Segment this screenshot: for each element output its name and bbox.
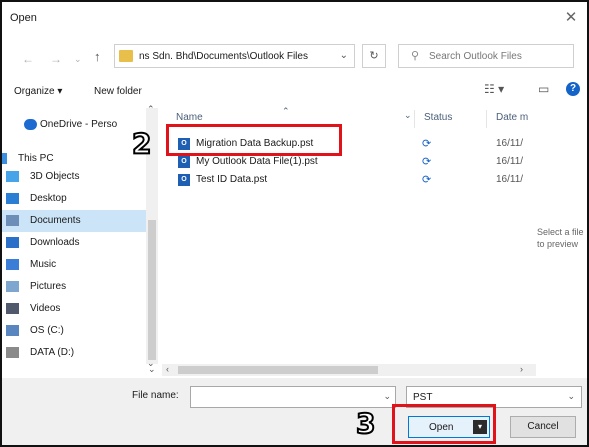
preview-line: Select a file — [537, 227, 584, 237]
nav-item[interactable]: Pictures — [2, 276, 148, 298]
address-bar[interactable]: ns Sdn. Bhd\Documents\Outlook Files ⌄ — [114, 44, 355, 68]
outlook-file-icon: O — [178, 156, 190, 168]
folder-icon — [119, 50, 133, 62]
back-arrow-icon[interactable]: ← — [22, 52, 34, 66]
outlook-file-icon: O — [178, 174, 190, 186]
step3-highlight-box — [392, 404, 496, 444]
nav-item-label: Desktop — [30, 193, 67, 204]
chevron-down-icon: ⌄ — [567, 391, 575, 401]
dialog-title: Open — [10, 12, 37, 24]
pictures-icon — [6, 281, 19, 292]
nav-item[interactable]: 3D Objects — [2, 166, 148, 188]
file-row[interactable]: O Test ID Data.pst ⟳ 16/11/ — [176, 172, 536, 189]
up-arrow-icon[interactable]: ↑ — [94, 49, 101, 64]
sort-caret-icon: ⌃ — [282, 106, 290, 116]
refresh-icon: ↻ — [369, 50, 379, 62]
music-icon — [6, 259, 19, 270]
nav-item-label: 3D Objects — [30, 171, 80, 182]
scroll-up-icon[interactable]: ⌃ — [147, 104, 155, 115]
nav-item[interactable]: DATA (D:) — [2, 342, 148, 364]
search-placeholder: Search Outlook Files — [429, 51, 522, 62]
view-options-icon[interactable]: ☷ ▾ — [484, 82, 504, 96]
nav-item-label: This PC — [18, 153, 54, 164]
sync-icon: ⟳ — [422, 138, 432, 150]
chevron-down-icon[interactable]: ⌄ — [340, 50, 348, 61]
help-icon[interactable]: ? — [566, 82, 580, 96]
collapse-chevron-icon[interactable]: ⌄ — [148, 364, 156, 375]
file-date: 16/11/ — [496, 156, 524, 167]
nav-item[interactable]: Music — [2, 254, 148, 276]
nav-item-label: OneDrive - Perso — [40, 119, 118, 130]
download-icon — [6, 237, 19, 248]
sync-icon: ⟳ — [422, 174, 432, 186]
file-name: My Outlook Data File(1).pst — [196, 156, 318, 167]
chevron-down-icon[interactable]: ⌄ — [383, 391, 391, 402]
nav-item-label: DATA (D:) — [30, 347, 75, 358]
video-icon — [6, 303, 19, 314]
search-box[interactable]: ⚲ Search Outlook Files — [398, 44, 574, 68]
recent-locations-chevron-icon[interactable]: ⌄ — [74, 54, 82, 65]
column-divider[interactable] — [486, 110, 487, 128]
file-row[interactable]: O My Outlook Data File(1).pst ⟳ 16/11/ — [176, 154, 536, 171]
file-type-value: PST — [413, 392, 433, 403]
forward-arrow-icon[interactable]: → — [50, 52, 62, 66]
step3-number: 3 — [355, 407, 377, 440]
nav-item-label: Music — [30, 259, 57, 270]
nav-item-label: Downloads — [30, 237, 80, 248]
nav-item[interactable]: Videos — [2, 298, 148, 320]
preview-message: Select a file to preview — [537, 226, 584, 250]
scroll-right-icon[interactable]: › — [520, 364, 523, 374]
drive-icon — [6, 347, 19, 358]
file-date: 16/11/ — [496, 138, 524, 149]
column-header-name[interactable]: Name — [176, 112, 203, 123]
horizontal-scrollbar[interactable]: ‹ › — [162, 364, 536, 376]
address-path: ns Sdn. Bhd\Documents\Outlook Files — [139, 51, 308, 62]
search-icon: ⚲ — [411, 50, 420, 62]
column-divider[interactable] — [414, 110, 415, 128]
column-menu-chevron-icon[interactable]: ⌄ — [404, 110, 412, 121]
drive-icon — [6, 325, 19, 336]
preview-line: to preview — [537, 239, 579, 249]
refresh-button[interactable]: ↻ — [362, 44, 386, 68]
nav-item-label: Pictures — [30, 281, 67, 292]
nav-item-label: Documents — [30, 215, 81, 226]
computer-icon — [2, 153, 7, 164]
nav-item[interactable]: Desktop — [2, 188, 148, 210]
nav-item[interactable]: OneDrive - Perso — [2, 114, 148, 136]
cloud-icon — [24, 119, 37, 130]
new-folder-button[interactable]: New folder — [94, 86, 142, 97]
title-bar: Open ✕ — [2, 2, 587, 34]
cancel-button[interactable]: Cancel — [510, 416, 576, 438]
desktop-icon — [6, 193, 19, 204]
document-icon — [6, 215, 19, 226]
file-name-input[interactable]: ⌄ — [190, 386, 396, 408]
step2-highlight-box — [166, 124, 342, 156]
file-name-label: File name: — [132, 390, 179, 401]
nav-item[interactable]: Documents — [2, 210, 148, 232]
close-icon[interactable]: ✕ — [561, 8, 581, 28]
column-header-status[interactable]: Status — [424, 112, 452, 123]
horizontal-scroll-thumb[interactable] — [178, 366, 378, 374]
sync-icon: ⟳ — [422, 156, 432, 168]
nav-item-label: OS (C:) — [30, 325, 64, 336]
column-header-date[interactable]: Date m — [496, 112, 528, 123]
organize-button[interactable]: Organize ▾ — [14, 86, 62, 97]
nav-item[interactable]: OS (C:) — [2, 320, 148, 342]
file-name: Test ID Data.pst — [196, 174, 268, 185]
cube-icon — [6, 171, 19, 182]
nav-scroll-thumb[interactable] — [148, 220, 156, 360]
nav-item-label: Videos — [30, 303, 61, 314]
step2-number: 2 — [131, 127, 153, 160]
file-date: 16/11/ — [496, 174, 524, 185]
preview-pane-icon[interactable]: ▭ — [538, 82, 549, 96]
nav-item[interactable]: Downloads — [2, 232, 148, 254]
scroll-left-icon[interactable]: ‹ — [166, 364, 169, 374]
